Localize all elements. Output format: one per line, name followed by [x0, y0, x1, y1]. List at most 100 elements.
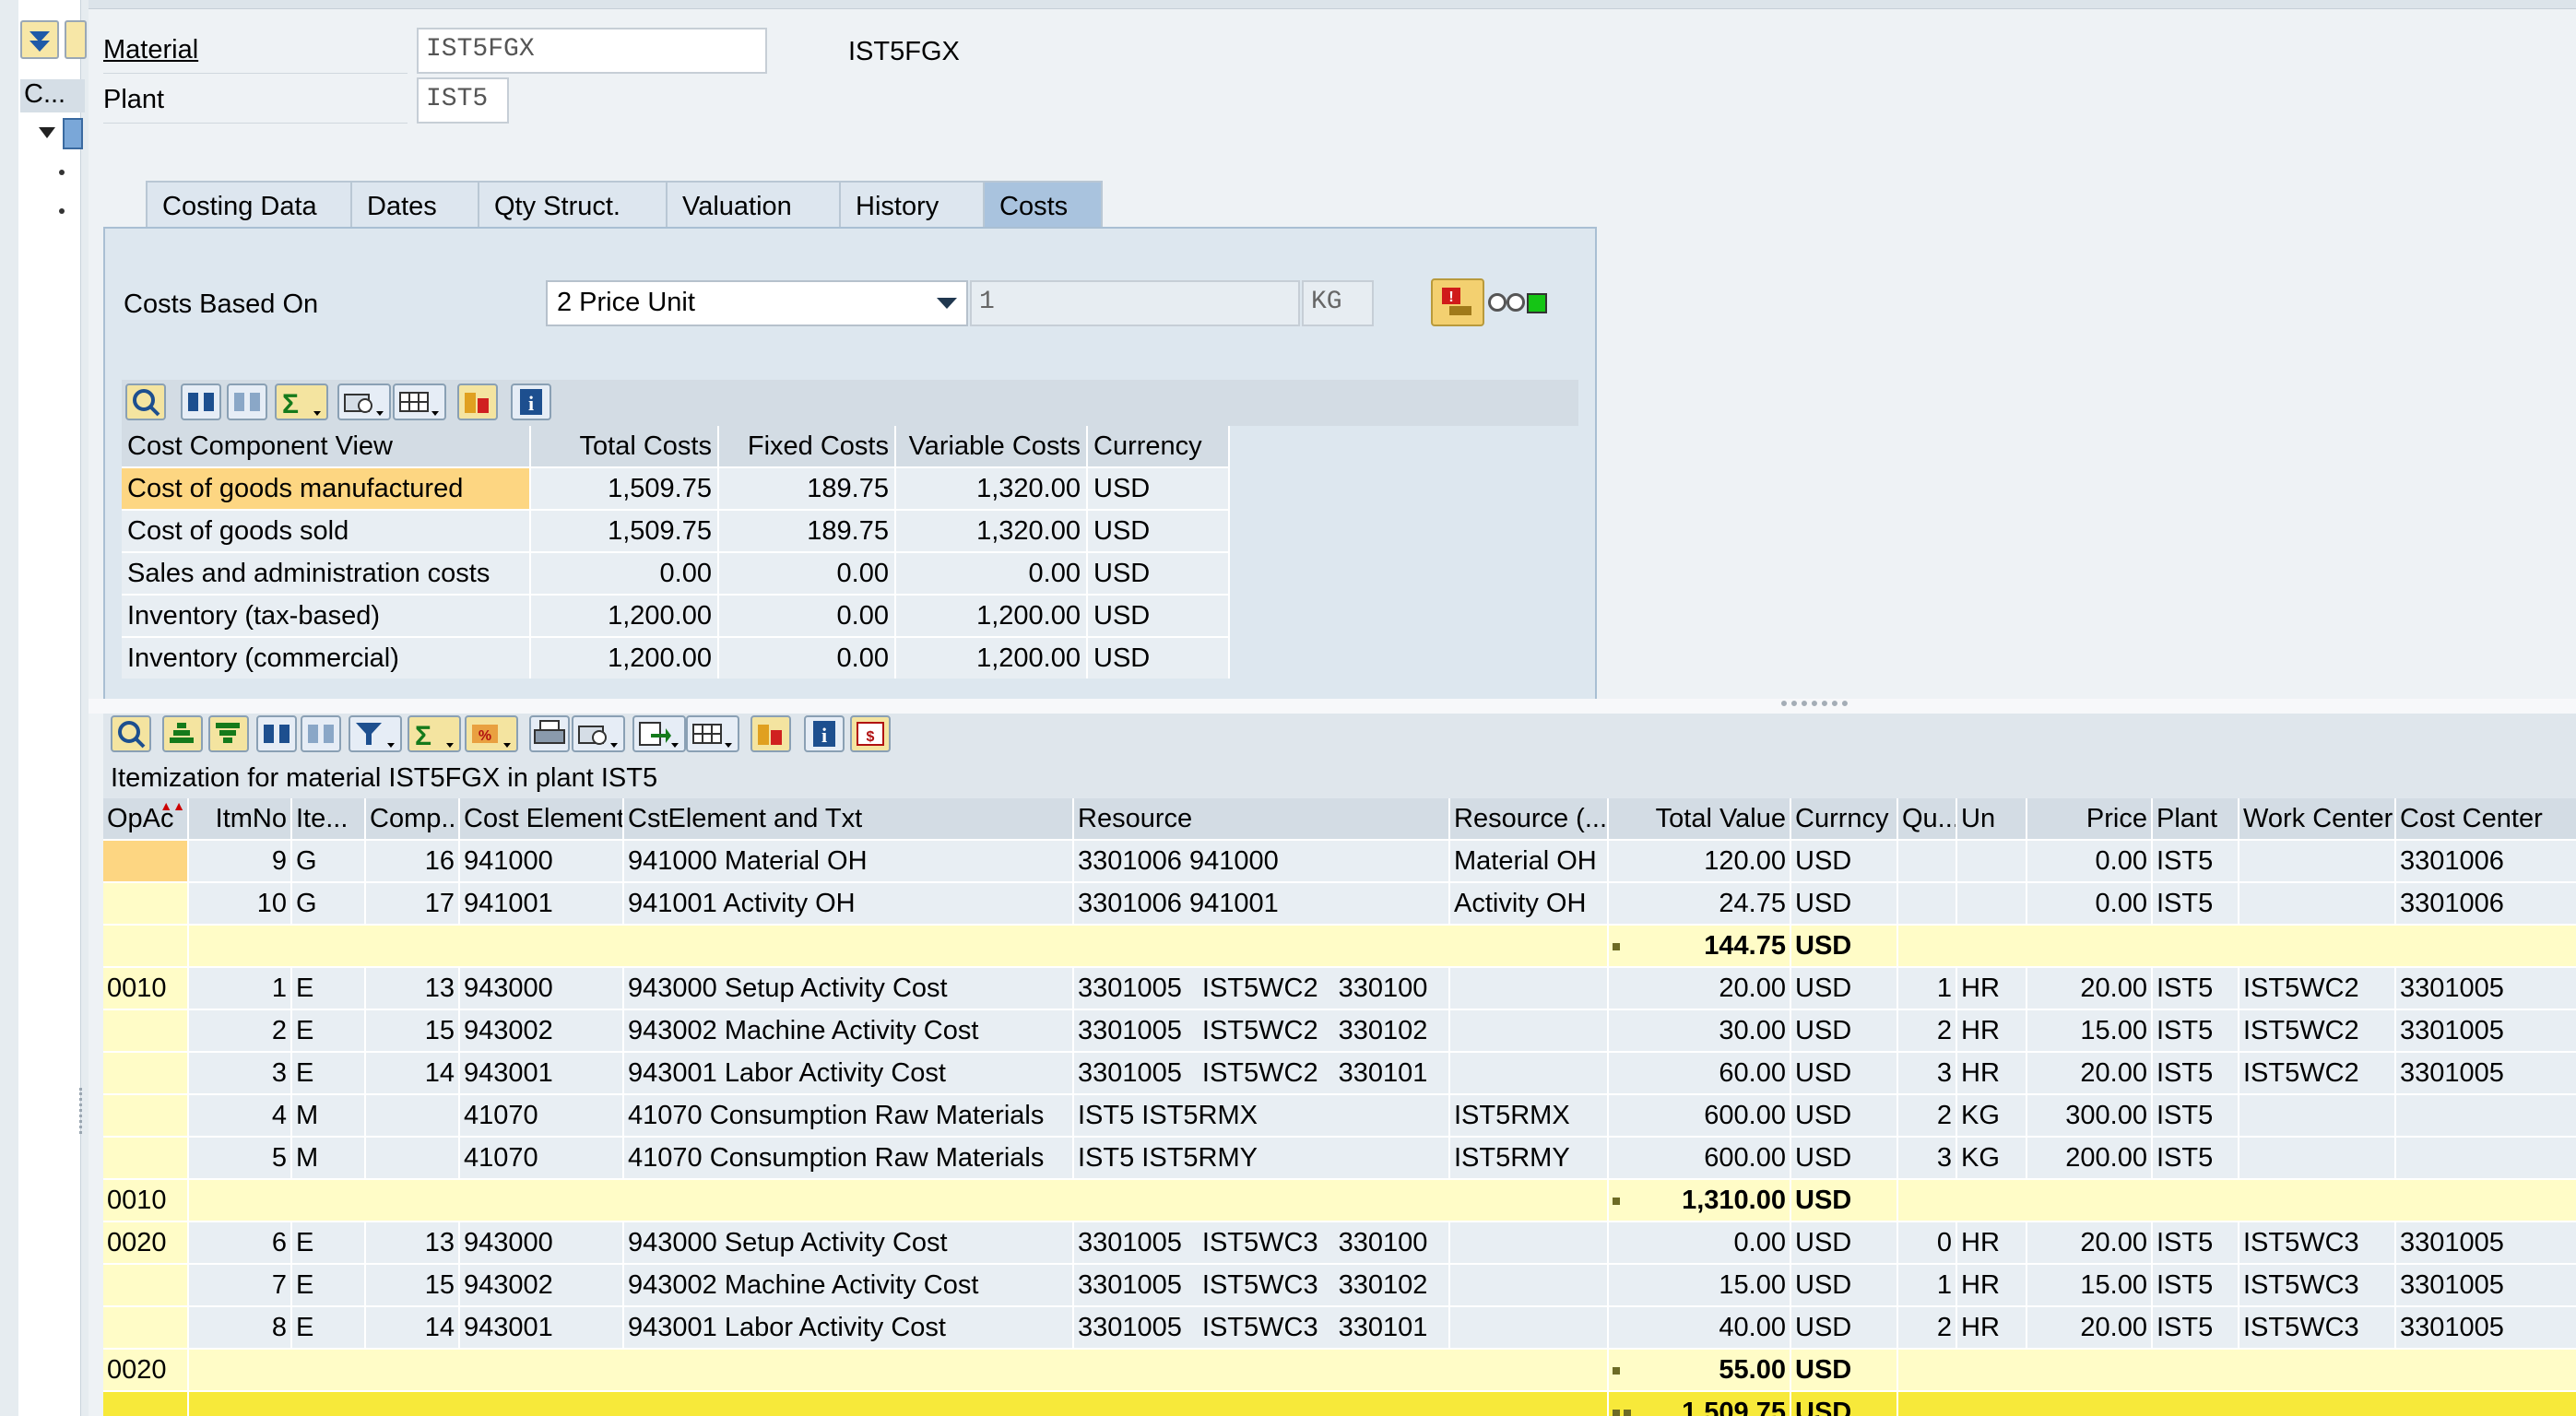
total-value[interactable]: 40.00	[1608, 1305, 1791, 1349]
column-header[interactable]: Price	[2027, 798, 2153, 840]
cost-component-name[interactable]: Inventory (tax-based)	[122, 594, 531, 637]
plant[interactable]: IST5	[2152, 966, 2239, 1009]
column-header[interactable]: Un	[1956, 798, 2027, 840]
currency[interactable]: USD	[1790, 1305, 1898, 1349]
unit[interactable]: HR	[1956, 1051, 2027, 1094]
item-number[interactable]: 3	[188, 1051, 292, 1094]
tree-collapse-icon[interactable]	[39, 127, 55, 138]
table-row[interactable]: Inventory (tax-based) 1,200.00 0.00 1,200.0…	[122, 594, 1230, 637]
total-value[interactable]: 15.00	[1608, 1263, 1791, 1306]
subtotal-row[interactable]: 0020 55.00 USD	[103, 1348, 2576, 1391]
plant[interactable]: IST5	[2152, 881, 2239, 925]
total-value[interactable]: 60.00	[1608, 1051, 1791, 1094]
item-category[interactable]: E	[291, 966, 366, 1009]
table-row[interactable]: 4 M 41070 41070 Consumption Raw Materials IS…	[103, 1093, 2576, 1137]
item-category[interactable]: M	[291, 1093, 366, 1137]
currency[interactable]: USD	[1790, 839, 1898, 882]
column-header[interactable]: CstElement and Txt	[623, 798, 1074, 840]
splitter-bar[interactable]	[89, 699, 2576, 714]
operation-cell[interactable]	[103, 1093, 189, 1137]
plant[interactable]: IST5	[2152, 1136, 2239, 1179]
operation-cell[interactable]	[103, 1009, 189, 1052]
price[interactable]: 15.00	[2027, 1263, 2153, 1306]
table-cell[interactable]: 0.00	[718, 594, 896, 637]
cost-center[interactable]: 3301005	[2395, 1051, 2576, 1094]
table-cell[interactable]: 1,200.00	[530, 636, 719, 678]
cost-element[interactable]: 941001	[459, 881, 624, 925]
item-number[interactable]: 8	[188, 1305, 292, 1349]
resource[interactable]: 3301006 941001	[1073, 881, 1450, 925]
plant[interactable]: IST5	[2152, 1305, 2239, 1349]
plant[interactable]: IST5	[2152, 839, 2239, 882]
cost-component-name[interactable]: Sales and administration costs	[122, 551, 531, 595]
operation-cell[interactable]	[103, 1051, 189, 1094]
graphic-button[interactable]	[457, 384, 498, 420]
subtotal-currency[interactable]: USD	[1790, 1390, 1898, 1416]
tab-valuation[interactable]: Valuation	[666, 181, 841, 229]
print-preview-button[interactable]	[572, 715, 625, 752]
price[interactable]: 20.00	[2027, 1221, 2153, 1264]
cost-component[interactable]: 14	[365, 1305, 460, 1349]
resource[interactable]: IST5 IST5RMY	[1073, 1136, 1450, 1179]
cost-element[interactable]: 41070	[459, 1093, 624, 1137]
currency[interactable]: USD	[1790, 881, 1898, 925]
cost-element-text[interactable]: 943001 Labor Activity Cost	[623, 1051, 1074, 1094]
item-number[interactable]: 9	[188, 839, 292, 882]
item-number[interactable]: 7	[188, 1263, 292, 1306]
column-header[interactable]: Currency	[1087, 426, 1230, 467]
cost-component-name[interactable]: Inventory (commercial)	[122, 636, 531, 678]
resource[interactable]: 3301006 941000	[1073, 839, 1450, 882]
quantity[interactable]: 1	[1897, 1263, 1957, 1306]
cost-component[interactable]	[365, 1093, 460, 1137]
cost-component[interactable]: 14	[365, 1051, 460, 1094]
subtotal-row[interactable]: 0010 1,310.00 USD	[103, 1178, 2576, 1221]
table-row[interactable]: 10 G 17 941001 941001 Activity OH 3301006 941…	[103, 881, 2576, 925]
resource-text[interactable]	[1449, 966, 1609, 1009]
chevron-down-icon[interactable]	[937, 298, 957, 309]
tree-node-bullet[interactable]	[59, 170, 65, 175]
currency[interactable]: USD	[1790, 1263, 1898, 1306]
table-row[interactable]: 9 G 16 941000 941000 Material OH 3301006 9410…	[103, 839, 2576, 882]
subtotal-operation[interactable]: 0020	[103, 1348, 189, 1391]
sort-descending-button[interactable]	[208, 715, 249, 752]
work-center[interactable]	[2239, 1136, 2396, 1179]
cost-element-text[interactable]: 41070 Consumption Raw Materials	[623, 1136, 1074, 1179]
column-header[interactable]: Comp...	[365, 798, 460, 840]
work-center[interactable]	[2239, 881, 2396, 925]
item-number[interactable]: 10	[188, 881, 292, 925]
resource-text[interactable]	[1449, 1009, 1609, 1052]
resource[interactable]: 3301005 IST5WC3 330101	[1073, 1305, 1450, 1349]
costing-node-icon[interactable]	[63, 118, 83, 149]
cost-element-text[interactable]: 943002 Machine Activity Cost	[623, 1009, 1074, 1052]
item-category[interactable]: E	[291, 1305, 366, 1349]
subtotal-currency[interactable]: USD	[1790, 924, 1898, 967]
resource[interactable]: 3301005 IST5WC3 330100	[1073, 1221, 1450, 1264]
column-header[interactable]: Resource (...	[1449, 798, 1609, 840]
print-button[interactable]	[337, 384, 391, 420]
item-category[interactable]: E	[291, 1221, 366, 1264]
item-number[interactable]: 5	[188, 1136, 292, 1179]
subtotal-operation[interactable]: 0010	[103, 1178, 189, 1221]
price[interactable]: 20.00	[2027, 1305, 2153, 1349]
plant[interactable]: IST5	[2152, 1009, 2239, 1052]
cost-center[interactable]	[2395, 1093, 2576, 1137]
cost-element-text[interactable]: 943001 Labor Activity Cost	[623, 1305, 1074, 1349]
resource[interactable]: 3301005 IST5WC3 330102	[1073, 1263, 1450, 1306]
resource[interactable]: IST5 IST5RMX	[1073, 1093, 1450, 1137]
table-cell[interactable]: 0.00	[895, 551, 1088, 595]
print-button[interactable]	[529, 715, 570, 752]
total-value[interactable]: 120.00	[1608, 839, 1791, 882]
quantity[interactable]: 3	[1897, 1051, 1957, 1094]
quantity[interactable]	[1897, 881, 1957, 925]
column-header[interactable]: Ite...	[291, 798, 366, 840]
resource[interactable]: 3301005 IST5WC2 330100	[1073, 966, 1450, 1009]
price[interactable]: 20.00	[2027, 966, 2153, 1009]
subtotal-value[interactable]: 55.00	[1608, 1348, 1791, 1391]
details-button[interactable]	[125, 384, 166, 420]
column-header[interactable]: Fixed Costs	[718, 426, 896, 467]
column-header[interactable]: Total Costs	[530, 426, 719, 467]
total-value[interactable]: 20.00	[1608, 966, 1791, 1009]
layout-button[interactable]	[686, 715, 739, 752]
price[interactable]: 300.00	[2027, 1093, 2153, 1137]
table-cell[interactable]: 0.00	[718, 636, 896, 678]
